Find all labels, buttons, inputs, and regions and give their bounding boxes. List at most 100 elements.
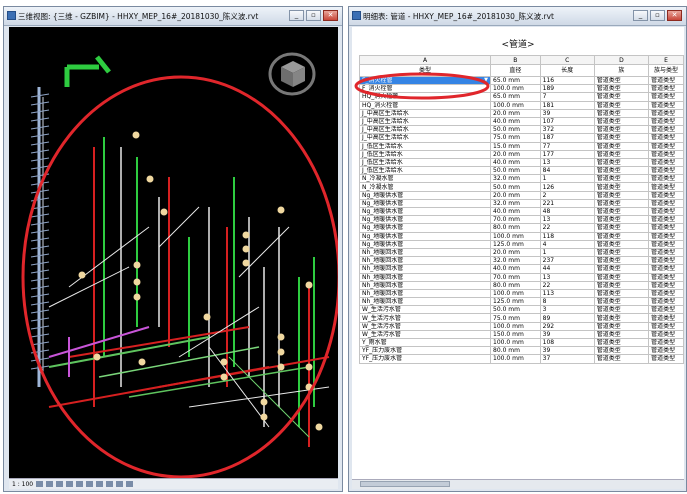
table-cell[interactable]: J_中高区生活给水 — [358, 125, 492, 135]
table-cell[interactable]: 管道类型 — [593, 116, 650, 127]
table-cell[interactable]: 管道类型 — [648, 174, 684, 184]
table-cell[interactable]: Ng_地暖供水管 — [358, 190, 492, 200]
crop-view-icon[interactable] — [86, 481, 94, 487]
table-cell[interactable]: 管道类型 — [593, 288, 650, 299]
reveal-hidden-icon[interactable] — [126, 481, 134, 487]
table-cell[interactable]: Nh_地暖回水管 — [358, 256, 492, 266]
column-letter[interactable]: A — [358, 55, 492, 65]
table-row[interactable]: J_中高区生活给水 75.0 mm 187 管道类型 管道类型 — [358, 133, 684, 143]
table-cell[interactable]: 125.0 mm — [490, 297, 541, 307]
table-cell[interactable]: 管道类型 — [593, 305, 650, 315]
table-cell[interactable]: 70.0 mm — [490, 215, 541, 225]
table-row[interactable]: Nh_地暖回水管 125.0 mm 8 管道类型 管道类型 — [358, 297, 684, 307]
table-cell[interactable]: 管道类型 — [648, 329, 684, 340]
table-cell[interactable]: J_低区生活给水 — [358, 157, 492, 168]
table-cell[interactable]: 管道类型 — [648, 182, 684, 192]
table-cell[interactable]: Ng_地暖供水管 — [358, 231, 492, 241]
table-row[interactable]: N_冷凝水管 50.0 mm 126 管道类型 管道类型 — [358, 182, 684, 192]
table-cell[interactable]: 管道类型 — [648, 313, 684, 323]
detail-level-icon[interactable] — [36, 481, 44, 487]
table-cell[interactable]: N_冷凝水管 — [358, 182, 492, 192]
table-cell[interactable]: Nh_地暖回水管 — [358, 297, 492, 307]
table-cell[interactable]: 管道类型 — [593, 149, 650, 159]
table-cell[interactable]: 管道类型 — [593, 247, 650, 258]
table-cell[interactable]: J_中高区生活给水 — [358, 116, 492, 127]
table-cell[interactable]: 8 — [539, 297, 595, 307]
table-cell[interactable]: 管道类型 — [648, 157, 684, 168]
table-cell[interactable]: J_中高区生活给水 — [358, 108, 492, 118]
table-row[interactable]: W_生活污水管 150.0 mm 39 管道类型 管道类型 — [358, 329, 684, 340]
table-cell[interactable]: 管道类型 — [593, 75, 650, 86]
horizontal-scrollbar[interactable] — [352, 479, 684, 489]
table-cell[interactable]: 管道类型 — [648, 149, 684, 159]
hide-crop-icon[interactable] — [96, 481, 104, 487]
table-cell[interactable]: 50.0 mm — [490, 305, 541, 315]
table-row[interactable]: Nh_地暖回水管 20.0 mm 1 管道类型 管道类型 — [358, 247, 684, 258]
table-cell[interactable]: Ng_地暖供水管 — [358, 239, 492, 249]
table-row[interactable]: J_低区生活给水 15.0 mm 77 管道类型 管道类型 — [358, 141, 684, 151]
table-cell[interactable]: 80.0 mm — [490, 280, 541, 290]
table-cell[interactable]: W_生活污水管 — [358, 321, 492, 331]
table-cell[interactable]: 20.0 mm — [490, 108, 541, 118]
table-row[interactable]: Ng_地暖供水管 32.0 mm 221 管道类型 管道类型 — [358, 198, 684, 209]
table-row[interactable]: Ng_地暖供水管 20.0 mm 2 管道类型 管道类型 — [358, 190, 684, 200]
table-row[interactable]: YF_压力废水管 100.0 mm 37 管道类型 管道类型 — [358, 354, 684, 364]
table-cell[interactable]: 管道类型 — [648, 321, 684, 331]
table-row[interactable]: Ng_地暖供水管 80.0 mm 22 管道类型 管道类型 — [358, 223, 684, 233]
table-cell[interactable]: Nh_地暖回水管 — [358, 280, 492, 290]
table-cell[interactable]: 管道类型 — [648, 247, 684, 258]
3d-view-titlebar[interactable]: 三维视图: {三维 - GZBIM} - HHXY_MEP_16#_201810… — [4, 7, 342, 26]
table-cell[interactable]: Nh_地暖回水管 — [358, 247, 492, 258]
lock-3d-view-icon[interactable] — [106, 481, 114, 487]
table-row[interactable]: Y_雨水管 100.0 mm 108 管道类型 管道类型 — [358, 337, 684, 348]
table-row[interactable]: Ng_地暖供水管 70.0 mm 13 管道类型 管道类型 — [358, 215, 684, 225]
table-row[interactable]: J_中高区生活给水 50.0 mm 372 管道类型 管道类型 — [358, 125, 684, 135]
table-cell[interactable]: 4 — [539, 239, 595, 249]
table-cell[interactable]: 20.0 mm — [490, 247, 541, 258]
table-cell[interactable]: 管道类型 — [593, 264, 650, 274]
column-letter[interactable]: B — [490, 55, 541, 65]
table-cell[interactable]: 管道类型 — [648, 297, 684, 307]
table-cell[interactable]: 管道类型 — [593, 174, 650, 184]
table-row[interactable]: W_生活污水管 75.0 mm 89 管道类型 管道类型 — [358, 313, 684, 323]
table-cell[interactable]: YF_压力废水管 — [358, 354, 492, 364]
table-cell[interactable]: 管道类型 — [593, 100, 650, 110]
table-cell[interactable]: Nh_地暖回水管 — [358, 272, 492, 282]
table-cell[interactable]: 1 — [539, 247, 595, 258]
table-cell[interactable]: 管道类型 — [593, 297, 650, 307]
table-row[interactable]: Ng_地暖供水管 40.0 mm 48 管道类型 管道类型 — [358, 206, 684, 217]
table-cell[interactable]: 管道类型 — [593, 141, 650, 151]
close-button[interactable]: ✕ — [667, 10, 682, 21]
table-cell[interactable]: 管道类型 — [648, 223, 684, 233]
table-cell[interactable]: 75.0 mm — [490, 133, 541, 143]
table-cell[interactable]: 39 — [539, 108, 595, 118]
table-cell[interactable]: 管道类型 — [593, 182, 650, 192]
table-cell[interactable]: 37 — [539, 354, 595, 364]
table-cell[interactable]: 管道类型 — [648, 141, 684, 151]
table-cell[interactable]: 管道类型 — [593, 206, 650, 217]
table-cell[interactable]: 管道类型 — [593, 337, 650, 348]
restore-button[interactable]: ▫ — [650, 10, 665, 21]
minimize-button[interactable]: _ — [633, 10, 648, 21]
table-cell[interactable]: 89 — [539, 313, 595, 323]
table-cell[interactable]: 管道类型 — [648, 198, 684, 209]
table-row[interactable]: W_生活污水管 50.0 mm 3 管道类型 管道类型 — [358, 305, 684, 315]
table-cell[interactable]: 237 — [539, 256, 595, 266]
table-cell[interactable]: 管道类型 — [593, 92, 650, 102]
table-cell[interactable]: 管道类型 — [648, 288, 684, 299]
table-cell[interactable]: 管道类型 — [648, 133, 684, 143]
table-cell[interactable]: 管道类型 — [648, 272, 684, 282]
column-letter[interactable]: C — [539, 55, 595, 65]
table-cell[interactable]: 管道类型 — [593, 198, 650, 209]
3d-model-viewport[interactable] — [9, 27, 338, 479]
table-cell[interactable]: Ng_地暖供水管 — [358, 223, 492, 233]
column-letter[interactable]: E — [648, 55, 684, 65]
table-cell[interactable]: 100.0 mm — [490, 354, 541, 364]
table-cell[interactable]: 39 — [539, 329, 595, 340]
table-cell[interactable]: Nh_地暖回水管 — [358, 288, 492, 299]
table-cell[interactable]: 管道类型 — [593, 256, 650, 266]
shadows-icon[interactable] — [66, 481, 74, 487]
table-cell[interactable]: 32.0 mm — [490, 198, 541, 209]
table-cell[interactable]: 100.0 mm — [490, 321, 541, 331]
table-cell[interactable]: 管道类型 — [593, 354, 650, 364]
